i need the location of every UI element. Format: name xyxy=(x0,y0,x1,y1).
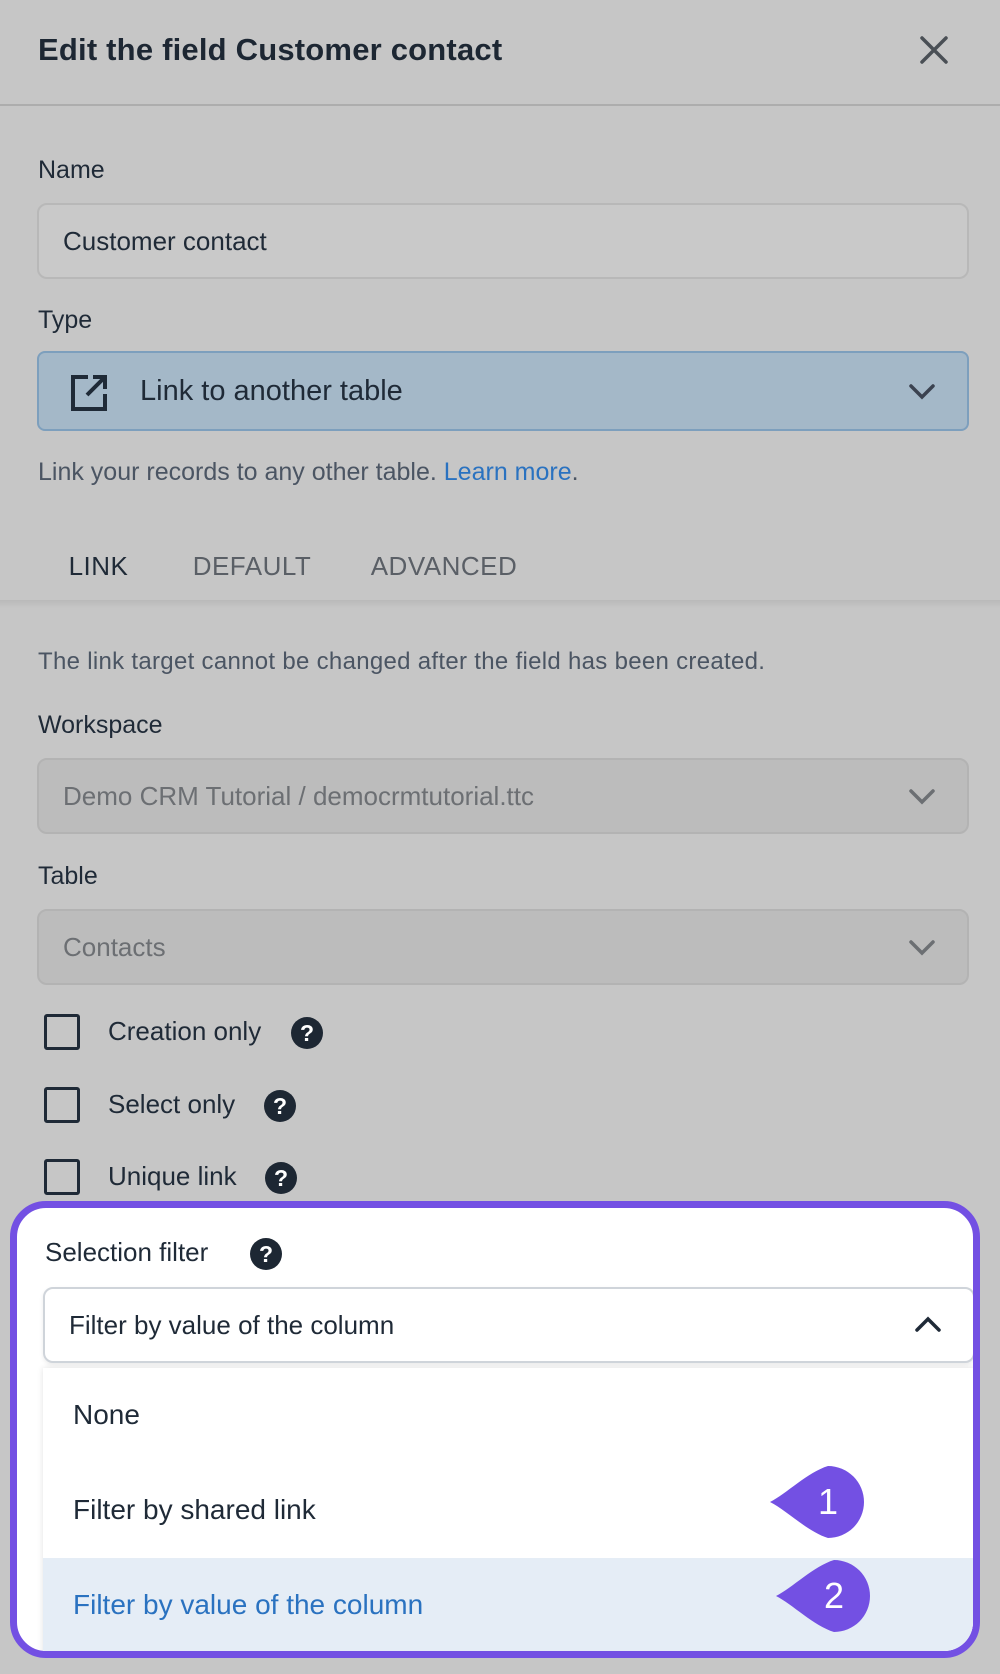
option-none[interactable]: None xyxy=(43,1368,973,1462)
chevron-down-icon xyxy=(909,789,935,805)
name-input-value: Customer contact xyxy=(63,226,267,256)
tabs-divider xyxy=(0,600,1000,608)
type-hint: Link your records to any other table. Le… xyxy=(38,458,579,486)
type-select-value: Link to another table xyxy=(140,375,403,407)
link-target-note: The link target cannot be changed after … xyxy=(38,648,766,675)
dialog-title: Edit the field Customer contact xyxy=(38,32,503,67)
name-input[interactable]: Customer contact xyxy=(37,203,969,279)
table-select-value: Contacts xyxy=(63,932,166,962)
type-label: Type xyxy=(38,306,93,334)
tab-link[interactable]: LINK xyxy=(37,536,160,605)
selection-filter-value: Filter by value of the column xyxy=(69,1310,395,1340)
creation-only-checkbox[interactable] xyxy=(44,1014,80,1050)
dialog-header: Edit the field Customer contact xyxy=(0,0,1000,106)
external-link-icon xyxy=(71,375,107,411)
help-icon[interactable]: ? xyxy=(265,1162,297,1194)
callout-badge-2: 2 xyxy=(774,1560,870,1632)
tab-default[interactable]: DEFAULT xyxy=(187,536,317,600)
creation-only-label: Creation only xyxy=(108,1016,262,1046)
callout-badge-1: 1 xyxy=(768,1466,864,1538)
unique-link-label: Unique link xyxy=(108,1161,237,1191)
help-icon[interactable]: ? xyxy=(291,1017,323,1049)
table-label: Table xyxy=(38,862,98,890)
workspace-select-value: Demo CRM Tutorial / democrmtutorial.ttc xyxy=(63,781,535,811)
close-icon[interactable] xyxy=(914,30,954,70)
learn-more-link[interactable]: Learn more xyxy=(444,458,572,486)
unique-link-checkbox[interactable] xyxy=(44,1159,80,1195)
name-label: Name xyxy=(38,156,105,184)
chevron-up-icon xyxy=(915,1316,941,1332)
selection-filter-select[interactable]: Filter by value of the column xyxy=(43,1287,973,1363)
help-icon[interactable]: ? xyxy=(264,1090,296,1122)
select-only-label: Select only xyxy=(108,1089,236,1119)
selection-filter-label: Selection filter xyxy=(45,1237,209,1267)
workspace-label: Workspace xyxy=(38,711,163,739)
help-icon[interactable]: ? xyxy=(250,1238,282,1270)
type-select[interactable]: Link to another table xyxy=(37,351,969,431)
chevron-down-icon xyxy=(909,384,935,400)
workspace-select: Demo CRM Tutorial / democrmtutorial.ttc xyxy=(37,758,969,834)
select-only-checkbox[interactable] xyxy=(44,1087,80,1123)
tab-advanced[interactable]: ADVANCED xyxy=(364,536,524,600)
chevron-down-icon xyxy=(909,940,935,956)
table-select: Contacts xyxy=(37,909,969,985)
